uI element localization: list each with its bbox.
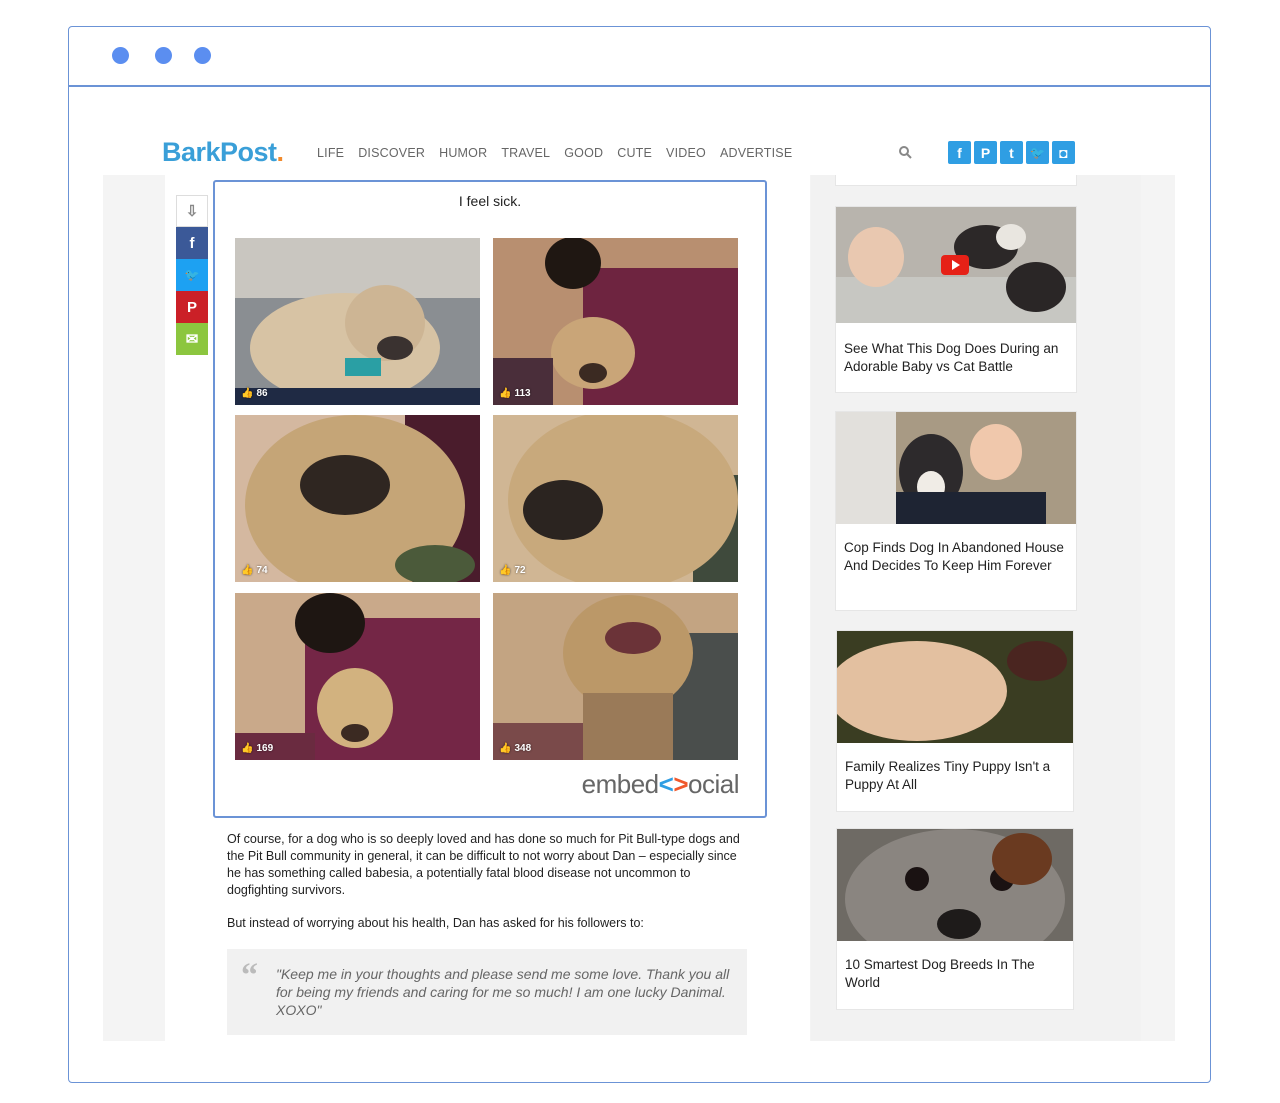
bookmark-icon[interactable]: ⇩ bbox=[176, 195, 208, 227]
photo-tile[interactable]: 👍 113 bbox=[493, 238, 738, 405]
nav-cute[interactable]: CUTE bbox=[617, 146, 652, 160]
thumbs-up-icon: 👍 bbox=[241, 565, 254, 576]
photo-tile[interactable]: 👍 72 bbox=[493, 415, 738, 582]
nav-travel[interactable]: TRAVEL bbox=[501, 146, 550, 160]
thumbs-up-icon: 👍 bbox=[241, 743, 254, 754]
like-count: 👍 169 bbox=[241, 743, 274, 754]
card-title[interactable]: See What This Dog Does During an Adorabl… bbox=[844, 340, 1070, 376]
card-thumbnail bbox=[836, 412, 1076, 524]
dog-photo bbox=[493, 593, 738, 760]
window-titlebar bbox=[69, 27, 1210, 87]
blockquote: “ "Keep me in your thoughts and please s… bbox=[227, 949, 747, 1035]
card-thumbnail bbox=[837, 829, 1073, 941]
social-links: f P t 🐦 ◘ bbox=[948, 141, 1075, 164]
main-nav: LIFE DISCOVER HUMOR TRAVEL GOOD CUTE VID… bbox=[317, 146, 806, 160]
photo-tile[interactable]: 👍 74 bbox=[235, 415, 480, 582]
dog-photo bbox=[235, 415, 480, 582]
tumblr-icon[interactable]: t bbox=[1000, 141, 1023, 164]
card-title[interactable]: Cop Finds Dog In Abandoned House And Dec… bbox=[844, 539, 1070, 575]
window-dot-close[interactable] bbox=[112, 47, 129, 64]
nav-life[interactable]: LIFE bbox=[317, 146, 344, 160]
facebook-icon[interactable]: f bbox=[948, 141, 971, 164]
nav-discover[interactable]: DISCOVER bbox=[358, 146, 425, 160]
window-dot-maximize[interactable] bbox=[194, 47, 211, 64]
site-logo[interactable]: BarkPost. bbox=[162, 137, 284, 168]
quote-text: "Keep me in your thoughts and please sen… bbox=[276, 966, 730, 1018]
pinterest-icon[interactable]: P bbox=[974, 141, 997, 164]
photo-embed-widget: I feel sick. 👍 86 👍 113 👍 74 👍 72 👍 169 … bbox=[213, 180, 767, 818]
email-share-icon[interactable]: ✉ bbox=[176, 323, 208, 355]
facebook-share-icon[interactable]: f bbox=[176, 227, 208, 259]
embedsocial-logo[interactable]: embed<>ocial bbox=[582, 769, 740, 800]
like-count: 👍 348 bbox=[499, 743, 532, 754]
sidebar-card[interactable]: See What This Dog Does During an Adorabl… bbox=[835, 206, 1077, 393]
card-title[interactable]: Family Realizes Tiny Puppy Isn't a Puppy… bbox=[845, 758, 1067, 794]
thumbs-up-icon: 👍 bbox=[499, 743, 512, 754]
nav-good[interactable]: GOOD bbox=[564, 146, 603, 160]
window-dot-minimize[interactable] bbox=[155, 47, 172, 64]
nav-video[interactable]: VIDEO bbox=[666, 146, 706, 160]
like-count: 👍 113 bbox=[499, 388, 531, 399]
play-icon[interactable] bbox=[941, 255, 969, 275]
dog-photo bbox=[235, 238, 480, 405]
card-title[interactable]: 10 Smartest Dog Breeds In The World bbox=[845, 956, 1067, 992]
thumbs-up-icon: 👍 bbox=[241, 388, 254, 399]
photo-tile[interactable]: 👍 86 bbox=[235, 238, 480, 405]
like-count: 👍 74 bbox=[241, 565, 268, 576]
sidebar-card-partial bbox=[835, 175, 1077, 186]
sidebar-card[interactable]: Family Realizes Tiny Puppy Isn't a Puppy… bbox=[836, 630, 1074, 812]
search-icon[interactable] bbox=[898, 145, 912, 159]
twitter-share-icon[interactable]: 🐦 bbox=[176, 259, 208, 291]
quote-icon: “ bbox=[241, 957, 258, 994]
sidebar-card[interactable]: Cop Finds Dog In Abandoned House And Dec… bbox=[835, 411, 1077, 611]
twitter-icon[interactable]: 🐦 bbox=[1026, 141, 1049, 164]
browser-window: BarkPost. LIFE DISCOVER HUMOR TRAVEL GOO… bbox=[68, 26, 1211, 1083]
article-paragraph: But instead of worrying about his health… bbox=[227, 916, 644, 930]
like-count: 👍 86 bbox=[241, 388, 268, 399]
nav-humor[interactable]: HUMOR bbox=[439, 146, 487, 160]
nav-advertise[interactable]: ADVERTISE bbox=[720, 146, 792, 160]
dog-photo bbox=[493, 415, 738, 582]
instagram-icon[interactable]: ◘ bbox=[1052, 141, 1075, 164]
article-paragraph: Of course, for a dog who is so deeply lo… bbox=[227, 832, 740, 897]
embed-title: I feel sick. bbox=[458, 193, 522, 209]
sidebar-card[interactable]: 10 Smartest Dog Breeds In The World bbox=[836, 828, 1074, 1010]
card-thumbnail bbox=[836, 207, 1076, 323]
photo-tile[interactable]: 👍 169 bbox=[235, 593, 480, 760]
dog-photo bbox=[235, 593, 480, 760]
share-bar: ⇩ f 🐦 P ✉ bbox=[176, 195, 208, 355]
dog-photo bbox=[493, 238, 738, 405]
thumbs-up-icon: 👍 bbox=[499, 388, 512, 399]
pinterest-share-icon[interactable]: P bbox=[176, 291, 208, 323]
card-thumbnail bbox=[837, 631, 1073, 743]
thumbs-up-icon: 👍 bbox=[499, 565, 512, 576]
site-header: BarkPost. LIFE DISCOVER HUMOR TRAVEL GOO… bbox=[162, 137, 1082, 173]
like-count: 👍 72 bbox=[499, 565, 526, 576]
article-body: Of course, for a dog who is so deeply lo… bbox=[227, 831, 747, 948]
photo-tile[interactable]: 👍 348 bbox=[493, 593, 738, 760]
